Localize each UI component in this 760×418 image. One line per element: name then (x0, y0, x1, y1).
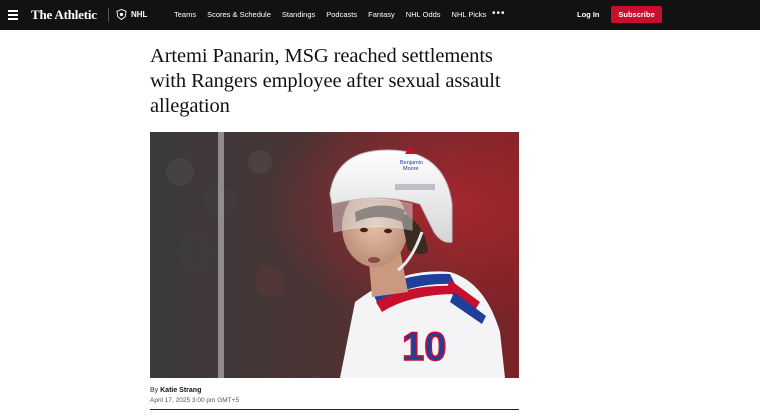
nav-item-nhl-odds[interactable]: NHL Odds (406, 10, 441, 19)
login-link[interactable]: Log In (577, 10, 600, 19)
hero-image: 10 Benjamin Moore (150, 132, 519, 378)
article-headline: Artemi Panarin, MSG reached settlements … (150, 45, 501, 117)
nav-item-scores-schedule[interactable]: Scores & Schedule (207, 10, 271, 19)
jersey-number: 10 (402, 325, 447, 369)
byline-prefix: By (150, 387, 159, 394)
nav-item-teams[interactable]: Teams (174, 10, 196, 19)
hero-photo: 10 Benjamin Moore (150, 132, 519, 378)
byline-divider (150, 409, 519, 410)
nav-item-nhl-picks[interactable]: NHL Picks (452, 10, 487, 19)
nav-links: Teams Scores & Schedule Standings Podcas… (174, 10, 497, 19)
nhl-logo-icon (116, 9, 127, 20)
nav-item-fantasy[interactable]: Fantasy (368, 10, 395, 19)
more-icon[interactable]: ••• (492, 8, 506, 19)
hamburger-menu-icon[interactable] (8, 10, 18, 20)
league-label: NHL (131, 10, 148, 19)
top-nav: The Athletic NHL Teams Scores & Schedule… (0, 0, 760, 30)
helmet-decal-line2: Moore (403, 166, 419, 172)
subscribe-button[interactable]: Subscribe (611, 6, 662, 23)
nav-divider (108, 8, 109, 22)
nav-item-standings[interactable]: Standings (282, 10, 315, 19)
league-link-nhl[interactable]: NHL (116, 9, 147, 20)
author-link[interactable]: Katie Strang (160, 387, 201, 394)
site-logo[interactable]: The Athletic (31, 7, 97, 23)
nav-item-podcasts[interactable]: Podcasts (326, 10, 357, 19)
byline: By Katie Strang (150, 387, 201, 394)
publish-date: April 17, 2025 3:00 pm GMT+5 (150, 397, 240, 404)
